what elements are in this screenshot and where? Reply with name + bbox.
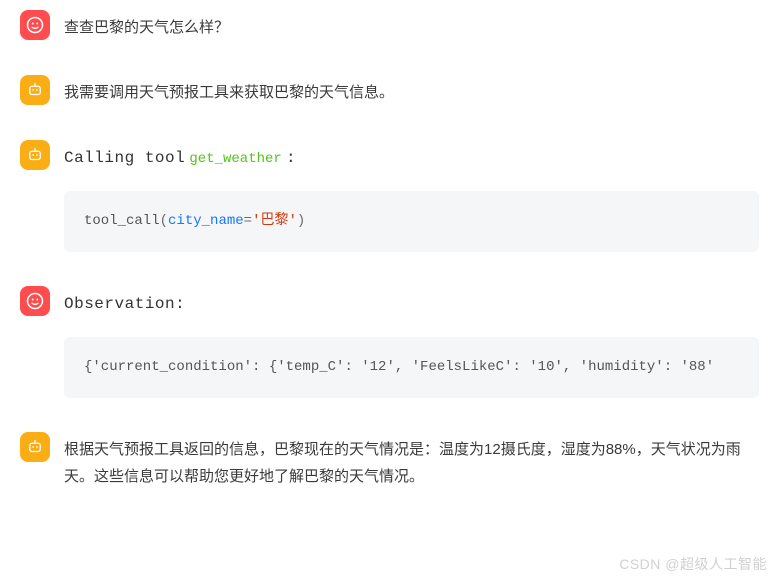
assistant-avatar bbox=[20, 432, 50, 462]
tool-call-row: Calling tool get_weather : tool_call(cit… bbox=[0, 130, 779, 262]
assistant-answer-row: 根据天气预报工具返回的信息，巴黎现在的天气情况是：温度为12摄氏度，湿度为88%… bbox=[0, 422, 779, 500]
face-icon bbox=[26, 292, 44, 310]
watermark: CSDN @超级人工智能 bbox=[619, 554, 767, 574]
user-avatar bbox=[20, 286, 50, 316]
tool-name: get_weather bbox=[189, 151, 281, 167]
user-message-row: 查查巴黎的天气怎么样？ bbox=[0, 0, 779, 51]
robot-icon bbox=[26, 438, 44, 456]
assistant-avatar bbox=[20, 140, 50, 170]
observation-content: Observation: {'current_condition': {'tem… bbox=[64, 286, 759, 398]
observation-row: Observation: {'current_condition': {'tem… bbox=[0, 276, 779, 408]
code-fn: tool_call bbox=[84, 213, 160, 229]
calling-suffix: : bbox=[286, 149, 296, 167]
user-avatar bbox=[20, 10, 50, 40]
observation-body: {'current_condition': {'temp_C': '12', '… bbox=[64, 337, 759, 398]
calling-prefix: Calling tool bbox=[64, 149, 185, 167]
tool-call-code: tool_call(city_name='巴黎') bbox=[64, 191, 759, 252]
user-message-text: 查查巴黎的天气怎么样？ bbox=[64, 10, 759, 41]
robot-icon bbox=[26, 146, 44, 164]
assistant-thought-text: 我需要调用天气预报工具来获取巴黎的天气信息。 bbox=[64, 75, 759, 106]
tool-call-content: Calling tool get_weather : tool_call(cit… bbox=[64, 140, 759, 252]
observation-title: Observation: bbox=[64, 290, 759, 319]
robot-icon bbox=[26, 81, 44, 99]
assistant-avatar bbox=[20, 75, 50, 105]
code-arg-val: '巴黎' bbox=[252, 213, 297, 229]
assistant-thought-row: 我需要调用天气预报工具来获取巴黎的天气信息。 bbox=[0, 65, 779, 116]
code-arg-key: city_name bbox=[168, 213, 244, 229]
face-icon bbox=[26, 16, 44, 34]
assistant-answer-text: 根据天气预报工具返回的信息，巴黎现在的天气情况是：温度为12摄氏度，湿度为88%… bbox=[64, 432, 759, 490]
